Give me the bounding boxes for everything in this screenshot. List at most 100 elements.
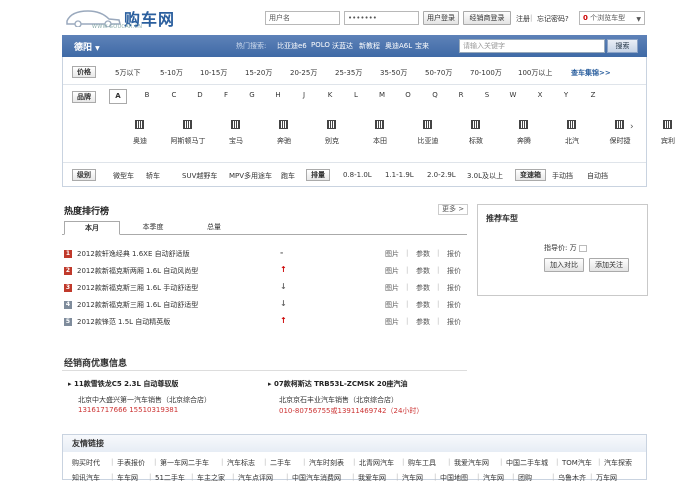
brand-name[interactable]: 阿斯顿马丁 [166, 136, 210, 146]
dealer-name[interactable]: 北京中大盛兴第一汽车销售（北京综合店） [78, 395, 211, 405]
friend-link[interactable]: 汽车探索 [604, 458, 632, 468]
friend-link[interactable]: 汽车网 [402, 473, 423, 483]
price-option[interactable]: 5-10万 [160, 68, 183, 78]
pic-link[interactable]: 图片 [385, 283, 399, 293]
friend-link[interactable]: 汽车网 [483, 473, 504, 483]
friend-link[interactable]: 知讯汽车 [72, 473, 100, 483]
chevron-right-icon[interactable]: › [630, 122, 634, 132]
level-option[interactable]: 微型车 [113, 171, 134, 181]
brand-name[interactable]: 保时捷 [598, 136, 642, 146]
brand-letter-g[interactable]: G [245, 91, 259, 99]
param-link[interactable]: 参数 [416, 249, 430, 259]
friend-link[interactable]: 中国二手车城 [506, 458, 548, 468]
brand-logo-icon[interactable] [471, 120, 480, 129]
hot-search-item[interactable]: 比亚迪e6 [277, 41, 307, 51]
price-option[interactable]: 50-70万 [425, 68, 452, 78]
friend-link[interactable]: 汽车标志 [227, 458, 255, 468]
brand-letter-b[interactable]: B [140, 91, 154, 99]
gearbox-option[interactable]: 自动挡 [587, 171, 608, 181]
level-option[interactable]: 轿车 [146, 171, 160, 181]
friend-link[interactable]: 购车工具 [408, 458, 436, 468]
friend-link[interactable]: 我爱汽车网 [454, 458, 489, 468]
friend-link[interactable]: 51二手车 [155, 473, 185, 483]
brand-letter-l[interactable]: L [349, 91, 363, 99]
brand-name[interactable]: 宝马 [214, 136, 258, 146]
brand-letter-s[interactable]: S [480, 91, 494, 99]
hot-search-item[interactable]: 奥迪A6L [385, 41, 412, 51]
brand-letter-m[interactable]: M [375, 91, 389, 99]
price-option[interactable]: 25-35万 [335, 68, 362, 78]
brand-logo-icon[interactable] [231, 120, 240, 129]
price-link[interactable]: 报价 [447, 300, 461, 310]
ranking-item-title[interactable]: 2012款新福克斯三厢 1.6L 手动舒适型 [77, 283, 198, 293]
brand-name[interactable]: 标致 [454, 136, 498, 146]
brand-name[interactable]: 奥迪 [118, 136, 162, 146]
register-link[interactable]: 注册 [516, 14, 530, 24]
price-option[interactable]: 70-100万 [470, 68, 502, 78]
brand-letter-a[interactable]: A [109, 89, 127, 104]
brand-letter-k[interactable]: K [323, 91, 337, 99]
login-button[interactable]: 用户登录 [423, 11, 459, 25]
brand-letter-w[interactable]: W [506, 91, 520, 99]
friend-link[interactable]: 汽车时刻表 [309, 458, 344, 468]
brand-name[interactable]: 比亚迪 [406, 136, 450, 146]
tab-quarter[interactable]: 本季度 [125, 221, 181, 235]
brand-logo-icon[interactable] [519, 120, 528, 129]
brand-letter-d[interactable]: D [193, 91, 207, 99]
brand-logo-icon[interactable] [615, 120, 624, 129]
brand-letter-o[interactable]: O [401, 91, 415, 99]
level-option[interactable]: 跑车 [281, 171, 295, 181]
search-button[interactable]: 搜索 [607, 39, 638, 53]
brand-letter-x[interactable]: X [533, 91, 547, 99]
price-link[interactable]: 报价 [447, 249, 461, 259]
price-link[interactable]: 报价 [447, 317, 461, 327]
price-link[interactable]: 报价 [447, 283, 461, 293]
username-field[interactable]: 用户名 [265, 11, 340, 25]
friend-link[interactable]: 车车网 [117, 473, 138, 483]
gearbox-option[interactable]: 手动挡 [552, 171, 573, 181]
ranking-item-title[interactable]: 2012款新福克斯三厢 1.6L 自动舒适型 [77, 300, 198, 310]
pic-link[interactable]: 图片 [385, 317, 399, 327]
friend-link[interactable]: 手表报价 [117, 458, 145, 468]
brand-letter-j[interactable]: J [297, 91, 311, 99]
brand-logo-icon[interactable] [183, 120, 192, 129]
price-option[interactable]: 20-25万 [290, 68, 317, 78]
friend-link[interactable]: 购买时代 [72, 458, 100, 468]
password-field[interactable]: ••••••• [344, 11, 419, 25]
level-option[interactable]: MPV多用途车 [229, 171, 272, 181]
friend-link[interactable]: TOM汽车 [562, 458, 592, 468]
add-compare-button[interactable]: 加入对比 [544, 258, 584, 272]
brand-name[interactable]: 奔腾 [502, 136, 546, 146]
ranking-more-button[interactable]: 更多 > [438, 204, 469, 215]
brand-logo-icon[interactable] [279, 120, 288, 129]
ranking-item-title[interactable]: 2012款轩逸经典 1.6XE 自动舒适版 [77, 249, 190, 259]
brand-name[interactable]: 宾利 [646, 136, 690, 146]
pic-link[interactable]: 图片 [385, 300, 399, 310]
city-selector[interactable]: 德阳 ▼ [74, 40, 100, 53]
price-link[interactable]: 报价 [447, 266, 461, 276]
param-link[interactable]: 参数 [416, 283, 430, 293]
level-option[interactable]: SUV越野车 [182, 171, 217, 181]
brand-letter-r[interactable]: R [454, 91, 468, 99]
price-more-link[interactable]: 查车集锦>> [571, 68, 611, 78]
hot-search-item[interactable]: 新教程 [359, 41, 380, 51]
hot-search-item[interactable]: 宝来 [415, 41, 429, 51]
brand-name[interactable]: 奔驰 [262, 136, 306, 146]
displacement-option[interactable]: 0.8-1.0L [343, 171, 372, 179]
price-option[interactable]: 10-15万 [200, 68, 227, 78]
brand-logo-icon[interactable] [663, 120, 672, 129]
brand-letter-f[interactable]: F [219, 91, 233, 99]
tab-month[interactable]: 本月 [64, 221, 120, 235]
hot-search-item[interactable]: 沃蓝达 [332, 41, 353, 51]
hot-search-item[interactable]: POLO [311, 41, 330, 49]
brand-logo-icon[interactable] [567, 120, 576, 129]
ranking-item-title[interactable]: 2012款新福克斯两厢 1.6L 自动风尚型 [77, 266, 198, 276]
price-option[interactable]: 15-20万 [245, 68, 272, 78]
price-option[interactable]: 100万以上 [518, 68, 552, 78]
browsed-models-dropdown[interactable]: 0 个浏览车型 ▼ [579, 11, 645, 25]
friend-link[interactable]: 北青网汽车 [359, 458, 394, 468]
friend-link[interactable]: 二手车 [270, 458, 291, 468]
displacement-option[interactable]: 2.0-2.9L [427, 171, 456, 179]
brand-letter-c[interactable]: C [167, 91, 181, 99]
param-link[interactable]: 参数 [416, 317, 430, 327]
